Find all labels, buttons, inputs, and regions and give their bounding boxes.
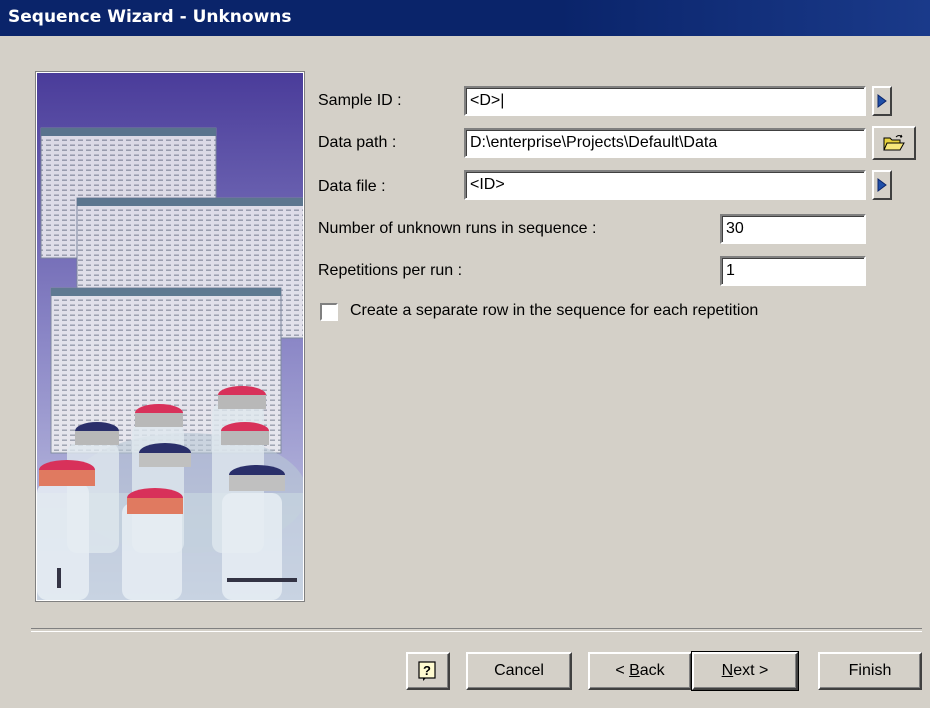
help-icon: ? (418, 661, 436, 681)
open-folder-icon (883, 134, 905, 151)
help-glyph: ? (423, 663, 431, 678)
data-file-input[interactable]: <ID> (464, 170, 866, 200)
next-rest: ext > (733, 662, 769, 679)
sample-id-input[interactable]: <D>| (464, 86, 866, 116)
data-file-label: Data file : (318, 178, 386, 195)
footer-separator (31, 628, 922, 632)
back-button[interactable]: < Back (588, 652, 692, 690)
right-arrow-icon (877, 94, 887, 108)
sample-id-menu-button[interactable] (872, 86, 892, 116)
sample-id-label: Sample ID : (318, 92, 402, 109)
finish-button[interactable]: Finish (818, 652, 922, 690)
reps-input[interactable]: 1 (720, 256, 866, 286)
data-path-input[interactable]: D:\enterprise\Projects\Default\Data (464, 128, 866, 158)
next-button[interactable]: Next > (691, 651, 799, 691)
window-title: Sequence Wizard - Unknowns (8, 7, 292, 27)
separate-row-checkbox[interactable] (320, 303, 338, 321)
next-mnemonic: N (721, 662, 734, 679)
help-button[interactable]: ? (406, 652, 450, 690)
cancel-button[interactable]: Cancel (466, 652, 572, 690)
vials-and-spreadsheets-image (37, 73, 303, 600)
num-runs-input[interactable]: 30 (720, 214, 866, 244)
separate-row-label[interactable]: Create a separate row in the sequence fo… (350, 302, 758, 320)
back-rest: ack (639, 662, 665, 679)
back-mnemonic: B (629, 662, 640, 679)
right-arrow-icon (877, 178, 887, 192)
back-prefix: < (615, 662, 630, 679)
browse-folder-button[interactable] (872, 126, 916, 160)
wizard-illustration (35, 71, 305, 602)
reps-label: Repetitions per run : (318, 262, 463, 279)
title-bar: Sequence Wizard - Unknowns (0, 0, 930, 36)
data-file-menu-button[interactable] (872, 170, 892, 200)
data-path-label: Data path : (318, 134, 397, 151)
num-runs-label: Number of unknown runs in sequence : (318, 220, 597, 237)
